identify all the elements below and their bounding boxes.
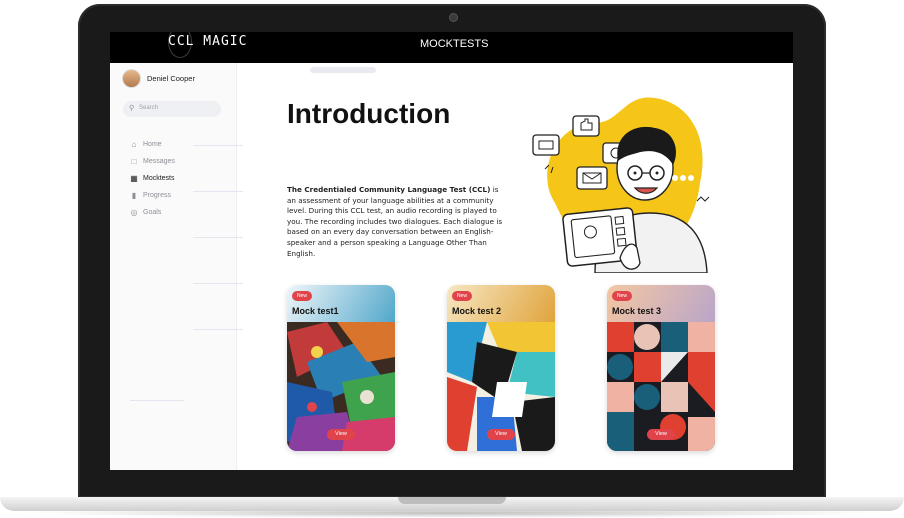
- divider: [193, 237, 243, 238]
- search-placeholder: Search: [139, 105, 159, 111]
- chat-icon: □: [131, 157, 137, 166]
- sidebar-item-label: Mocktests: [143, 175, 175, 182]
- divider: [193, 145, 243, 146]
- sidebar-nav: ⌂ Home □ Messages ▦ Mocktests ▮ Progress…: [128, 136, 175, 221]
- new-badge: New: [612, 291, 633, 301]
- divider: [193, 283, 243, 284]
- sidebar-item-home[interactable]: ⌂ Home: [128, 136, 175, 153]
- person-with-tablet-illustration: [532, 97, 710, 273]
- sidebar: Deniel Cooper ⚲ Search ⌂ Home □ Messages…: [110, 63, 237, 470]
- card-title: Mock test 2: [452, 306, 502, 316]
- card-title: Mock test 3: [612, 306, 662, 316]
- app-logo[interactable]: CCL MAGIC: [168, 34, 247, 49]
- sidebar-item-label: Goals: [143, 209, 162, 216]
- divider: [130, 400, 184, 401]
- page-title: MOCKTESTS: [420, 38, 489, 50]
- card-title: Mock test1: [292, 306, 339, 316]
- view-button[interactable]: View: [487, 429, 515, 440]
- search-input[interactable]: ⚲ Search: [123, 101, 221, 117]
- mock-test-card[interactable]: New Mock test 3 View: [607, 285, 715, 451]
- avatar[interactable]: [122, 69, 141, 88]
- app-screen: CCL MAGIC MOCKTESTS Deniel Cooper ⚲ Sear…: [110, 32, 793, 470]
- main-content: Introduction The Credentialed Community …: [237, 63, 793, 470]
- camera-icon: [449, 13, 458, 22]
- tab-indicator: [310, 67, 376, 73]
- intro-title: Introduction: [287, 98, 451, 129]
- new-badge: New: [452, 291, 473, 301]
- sidebar-item-messages[interactable]: □ Messages: [128, 153, 175, 170]
- sidebar-item-goals[interactable]: ◎ Goals: [128, 204, 175, 221]
- intro-paragraph: The Credentialed Community Language Test…: [287, 185, 505, 259]
- sidebar-item-label: Home: [143, 141, 162, 148]
- view-button[interactable]: View: [327, 429, 355, 440]
- divider: [193, 191, 243, 192]
- new-badge: New: [292, 291, 313, 301]
- laptop-notch: [398, 497, 506, 504]
- intro-text-body: is an assessment of your language abilit…: [287, 185, 503, 258]
- home-icon: ⌂: [131, 140, 137, 149]
- mock-test-card[interactable]: New Mock test 2 View: [447, 285, 555, 451]
- user-name: Deniel Cooper: [147, 74, 195, 83]
- sidebar-item-progress[interactable]: ▮ Progress: [128, 187, 175, 204]
- top-bar: CCL MAGIC MOCKTESTS: [110, 32, 793, 63]
- test-icon: ▦: [130, 174, 138, 183]
- view-button[interactable]: View: [647, 429, 675, 440]
- sidebar-item-mocktests[interactable]: ▦ Mocktests: [128, 170, 175, 187]
- sidebar-item-label: Progress: [143, 192, 172, 199]
- mock-test-card[interactable]: New Mock test1 View: [287, 285, 395, 451]
- intro-text-bold: The Credentialed Community Language Test…: [287, 185, 491, 194]
- user-profile[interactable]: Deniel Cooper: [122, 69, 195, 88]
- divider: [193, 329, 243, 330]
- sidebar-item-label: Messages: [143, 158, 175, 165]
- bar-chart-icon: ▮: [131, 191, 137, 200]
- target-icon: ◎: [130, 208, 138, 217]
- search-icon: ⚲: [129, 104, 135, 112]
